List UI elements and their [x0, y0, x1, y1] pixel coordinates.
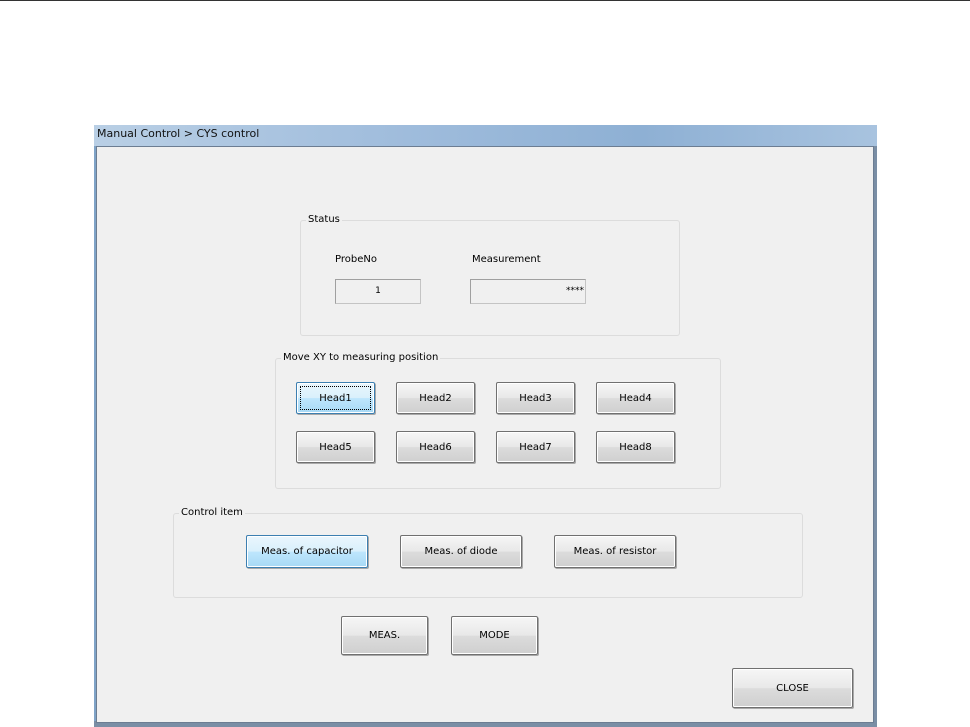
window-title: Manual Control > CYS control	[97, 127, 260, 140]
head6-button[interactable]: Head6	[396, 431, 475, 463]
move-xy-group-label: Move XY to measuring position	[281, 352, 441, 363]
move-xy-group: Move XY to measuring position Head1 Head…	[275, 352, 721, 489]
meas-button[interactable]: MEAS.	[341, 616, 428, 655]
head5-button[interactable]: Head5	[296, 431, 375, 463]
page-top-rule	[0, 0, 970, 1]
measurement-field: ****	[470, 279, 586, 304]
status-group-label: Status	[306, 214, 342, 225]
mode-button[interactable]: MODE	[451, 616, 538, 655]
probe-no-field: 1	[335, 279, 421, 304]
status-group: Status ProbeNo 1 Measurement ****	[300, 214, 680, 336]
head1-button[interactable]: Head1	[296, 382, 375, 414]
close-button[interactable]: CLOSE	[732, 668, 853, 708]
head8-button[interactable]: Head8	[596, 431, 675, 463]
control-item-group: Control item Meas. of capacitor Meas. of…	[173, 507, 803, 598]
head7-button[interactable]: Head7	[496, 431, 575, 463]
meas-resistor-button[interactable]: Meas. of resistor	[554, 535, 676, 568]
meas-capacitor-button[interactable]: Meas. of capacitor	[246, 535, 368, 568]
cys-control-window: Manual Control > CYS control Status Prob…	[94, 125, 877, 727]
measurement-label: Measurement	[472, 254, 541, 265]
probe-no-label: ProbeNo	[335, 254, 377, 265]
head2-button[interactable]: Head2	[396, 382, 475, 414]
window-title-bar[interactable]: Manual Control > CYS control	[94, 125, 877, 146]
control-item-group-label: Control item	[179, 507, 245, 518]
window-client-area: Status ProbeNo 1 Measurement **** Move X…	[96, 146, 874, 723]
meas-diode-button[interactable]: Meas. of diode	[400, 535, 522, 568]
head3-button[interactable]: Head3	[496, 382, 575, 414]
head4-button[interactable]: Head4	[596, 382, 675, 414]
